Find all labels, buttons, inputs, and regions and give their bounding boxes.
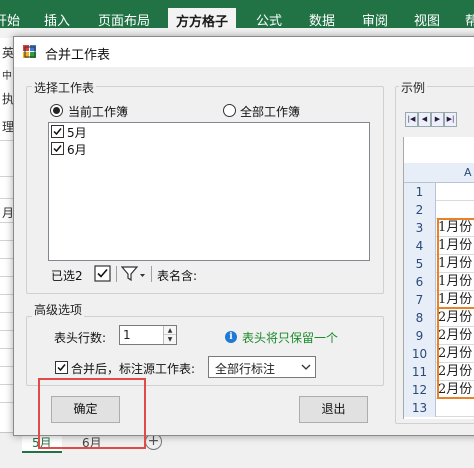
table-name-input[interactable] [198, 229, 236, 249]
tab-formulas[interactable]: 公式 [256, 10, 282, 29]
app-icon [23, 45, 36, 58]
nav-next-icon[interactable]: ▶ [431, 112, 444, 127]
nav-first-icon[interactable]: |◀ [405, 112, 418, 127]
tab-view[interactable]: 视图 [414, 10, 440, 29]
header-rows-stepper[interactable]: 1 ▲ ▼ [119, 325, 177, 345]
sheet-item-6[interactable]: 6月 [67, 141, 87, 158]
tab-page-layout[interactable]: 页面布局 [98, 10, 150, 29]
table-name-label: 表名含: [157, 269, 198, 283]
ribbon-fragment-2: 中 [2, 71, 12, 82]
advanced-options-title: 高级选项 [32, 301, 85, 318]
preview-column-label: A [464, 166, 472, 179]
preview-row: 1 [404, 183, 474, 201]
preview-row: 2 [404, 201, 474, 219]
filter-icon[interactable] [121, 265, 147, 282]
info-icon: i [225, 331, 237, 343]
select-sheets-group-title: 选择工作表 [32, 79, 97, 96]
dialog-titlebar[interactable]: 合并工作表 [14, 37, 474, 67]
preview-group-title: 示例 [399, 79, 428, 96]
tab-fangfang[interactable]: 方方格子 [168, 8, 237, 32]
preview-row: 13 [404, 399, 474, 417]
sheet-item-5[interactable]: 5月 [67, 124, 87, 141]
tab-help[interactable]: 帮 [465, 10, 474, 29]
header-rows-value[interactable]: 1 [123, 328, 131, 342]
row-number: 8 [404, 309, 436, 327]
radio-current-workbook-label[interactable]: 当前工作簿 [68, 103, 128, 120]
row-number: 6 [404, 273, 436, 291]
tab-home[interactable]: 开始 [0, 10, 20, 29]
preview-nav: |◀ ◀ ▶ ▶| [405, 112, 465, 128]
stepper-up-icon[interactable]: ▲ [164, 326, 176, 335]
radio-all-workbooks-label[interactable]: 全部工作簿 [240, 103, 300, 120]
header-rows-label: 表头行数: [54, 331, 107, 345]
selected-count-label: 已选2 [51, 269, 83, 283]
row-number: 2 [404, 201, 436, 219]
ok-button-highlight [38, 378, 146, 449]
sheet-checkbox-6[interactable] [51, 142, 64, 155]
preview-column-header: A [404, 163, 474, 183]
row-number: 1 [404, 183, 436, 201]
exit-button[interactable]: 退出 [299, 396, 368, 423]
sheet-checkbox-5[interactable] [51, 125, 64, 138]
tab-review[interactable]: 审阅 [362, 10, 388, 29]
select-all-icon[interactable] [94, 265, 111, 282]
radio-current-workbook[interactable] [50, 104, 63, 117]
header-hint-text: 表头将只保留一个 [242, 331, 339, 345]
row-number: 10 [404, 345, 436, 363]
row-number: 11 [404, 363, 436, 381]
mark-source-value: 全部行标注 [215, 362, 276, 376]
row-number: 7 [404, 291, 436, 309]
mark-source-checkbox[interactable] [55, 361, 68, 374]
row-number: 13 [404, 399, 436, 417]
nav-prev-icon[interactable]: ◀ [418, 112, 431, 127]
nav-last-icon[interactable]: ▶| [444, 112, 457, 127]
mark-source-select[interactable]: 全部行标注 [208, 356, 316, 378]
stepper-down-icon[interactable]: ▼ [164, 335, 176, 344]
preview-divider [437, 307, 474, 309]
tab-data[interactable]: 数据 [309, 10, 335, 29]
preview-grid: A 1 2 3 1月份 4 1月份 5 1月份 6 1月份 7 1月份 8 2月份 9 2月份… [403, 137, 474, 419]
row-number: 3 [404, 219, 436, 237]
tab-insert[interactable]: 插入 [44, 10, 70, 29]
row-number: 4 [404, 237, 436, 255]
row-number: 9 [404, 327, 436, 345]
chevron-down-icon [301, 364, 311, 370]
toolbar-separator [116, 266, 117, 282]
toolbar-separator [151, 266, 152, 282]
dialog-title: 合并工作表 [45, 48, 111, 63]
radio-all-workbooks[interactable] [223, 104, 236, 117]
mark-source-label[interactable]: 合并后，标注源工作表: [71, 360, 195, 377]
row-number: 12 [404, 381, 436, 399]
row-number: 5 [404, 255, 436, 273]
